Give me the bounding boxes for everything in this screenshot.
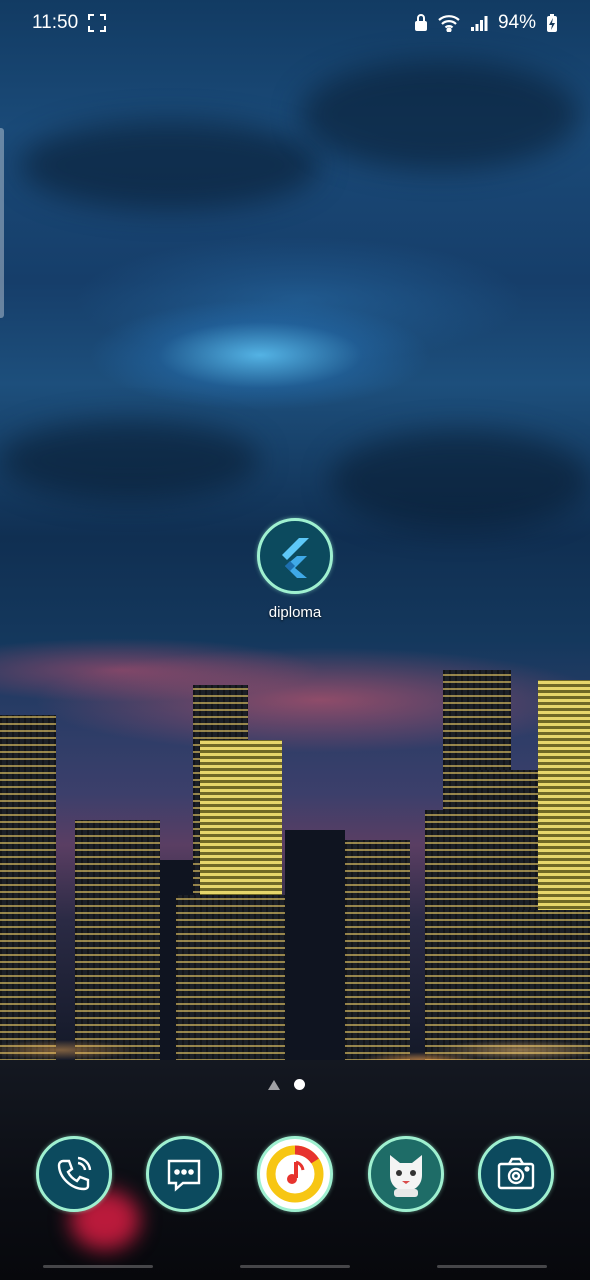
lock-icon xyxy=(414,14,428,32)
page-indicator[interactable] xyxy=(268,1079,305,1090)
app-diploma[interactable]: diploma xyxy=(248,518,342,621)
app-label: diploma xyxy=(268,604,322,621)
signal-icon xyxy=(470,14,488,32)
home-page-dot[interactable] xyxy=(268,1079,280,1090)
camera-icon[interactable] xyxy=(478,1136,554,1212)
phone-icon[interactable] xyxy=(36,1136,112,1212)
dock xyxy=(0,1136,590,1212)
music-icon[interactable] xyxy=(257,1136,333,1212)
nav-home[interactable] xyxy=(239,1264,350,1268)
messages-icon[interactable] xyxy=(146,1136,222,1212)
wifi-icon xyxy=(438,14,460,32)
edge-panel-handle[interactable] xyxy=(0,128,4,318)
page-dot[interactable] xyxy=(294,1079,305,1090)
nav-back[interactable] xyxy=(436,1264,547,1268)
nav-recents[interactable] xyxy=(43,1264,154,1268)
battery-charging-icon xyxy=(546,13,558,33)
cat-mascot-icon[interactable] xyxy=(368,1136,444,1212)
clock: 11:50 xyxy=(32,12,79,33)
flutter-icon[interactable] xyxy=(257,518,333,594)
screenshot-frame-icon xyxy=(88,14,107,32)
battery-percent: 94% xyxy=(497,12,536,33)
status-bar: 11:50 94% xyxy=(0,0,590,46)
navigation-bar xyxy=(0,1252,590,1280)
